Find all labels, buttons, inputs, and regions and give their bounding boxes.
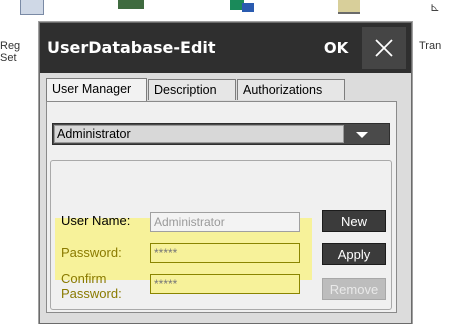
tab-description[interactable]: Description (148, 79, 236, 100)
tab-authorizations[interactable]: Authorizations (237, 79, 345, 100)
desktop-icon-3[interactable] (228, 0, 254, 12)
desktop-icon-5[interactable]: ⊾ (430, 0, 444, 14)
user-database-edit-window: UserDatabase-Edit OK User Manager Descri… (39, 22, 412, 324)
desktop-icon-4[interactable] (338, 0, 360, 14)
confirm-password-label-line2: Password: (61, 286, 122, 301)
user-name-field: Administrator (150, 212, 300, 232)
desktop-label-reg: Reg (0, 40, 21, 52)
password-field[interactable]: ***** (150, 243, 300, 263)
close-icon (375, 39, 393, 57)
user-select-dropdown[interactable]: Administrator (52, 123, 390, 145)
desktop-label-tran: Tran (419, 40, 442, 52)
close-button[interactable] (362, 27, 406, 69)
confirm-password-field[interactable]: ***** (150, 274, 300, 294)
user-select-value: Administrator (54, 125, 344, 143)
desktop-label-set: Set (0, 52, 17, 64)
user-manager-panel: Administrator User Name: Administrator P… (46, 101, 397, 313)
remove-button[interactable]: Remove (322, 278, 386, 300)
tab-user-manager[interactable]: User Manager (46, 78, 147, 101)
desktop-icon-1[interactable] (20, 0, 44, 15)
ok-button[interactable]: OK (314, 27, 358, 69)
chevron-down-icon (356, 132, 368, 138)
title-bar: UserDatabase-Edit OK (40, 23, 411, 73)
window-title: UserDatabase-Edit (47, 38, 216, 57)
confirm-password-label-line1: Confirm (61, 271, 107, 286)
user-name-label: User Name: (61, 213, 131, 228)
desktop-icon-2[interactable] (118, 0, 144, 9)
apply-button[interactable]: Apply (322, 243, 386, 265)
new-button[interactable]: New (322, 210, 386, 232)
password-label: Password: (61, 245, 122, 260)
